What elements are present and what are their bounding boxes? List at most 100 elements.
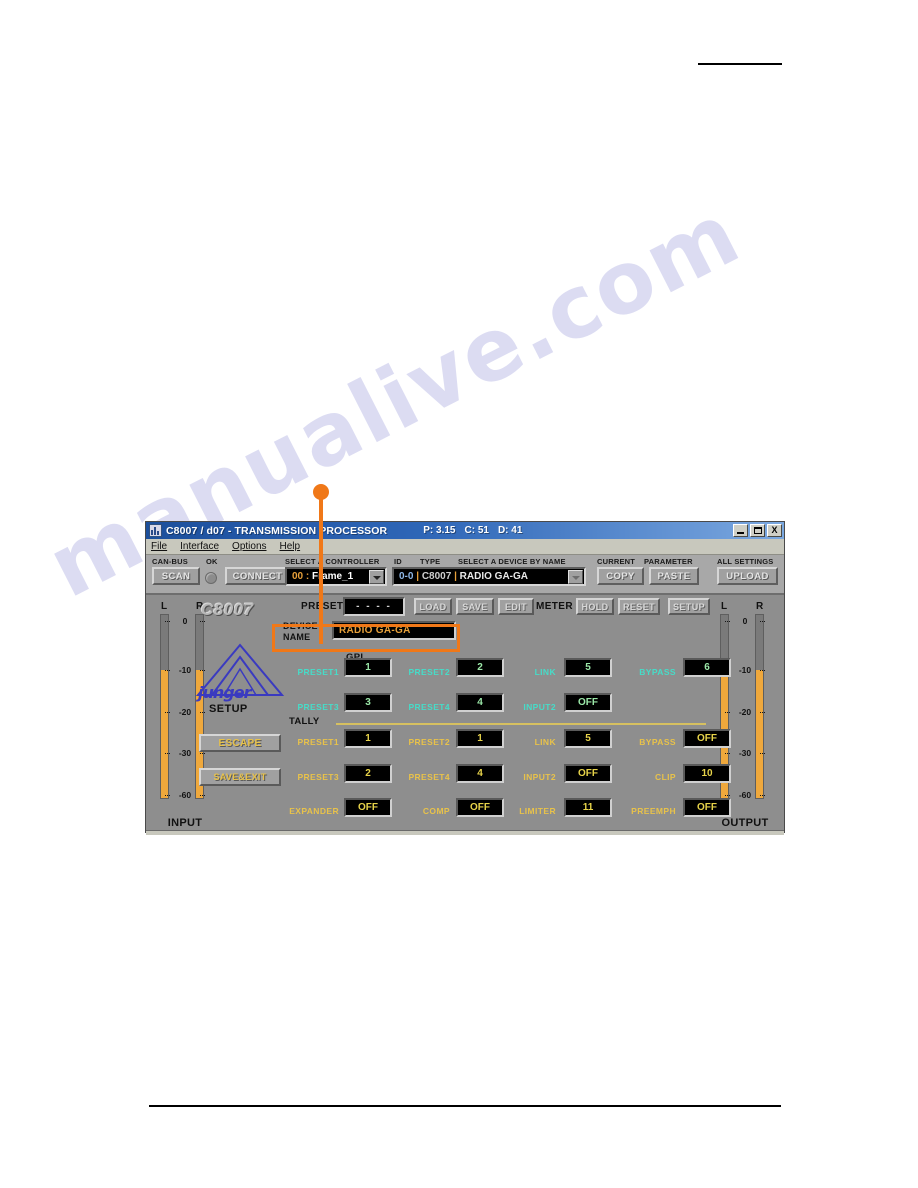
title-bar: C8007 / d07 - TRANSMISSION PROCESSOR P: … xyxy=(146,522,784,539)
save-button[interactable]: SAVE xyxy=(456,598,494,615)
all-settings-label: ALL SETTINGS xyxy=(717,557,774,566)
tally-limiter-label: LIMITER xyxy=(519,806,556,816)
product-name: C8007 xyxy=(201,600,254,619)
chevron-down-icon[interactable] xyxy=(369,569,384,584)
gpi-preset1-label: PRESET1 xyxy=(297,667,339,677)
close-button[interactable]: X xyxy=(767,524,782,537)
tally-clip-value[interactable]: 10 xyxy=(683,764,731,783)
window-controls: X xyxy=(733,524,782,537)
output-meter-left-label: L xyxy=(721,601,728,612)
gpi-preset4-value[interactable]: 4 xyxy=(456,693,504,712)
menu-item-file[interactable]: File xyxy=(151,541,167,552)
meter-tick: -30 xyxy=(165,748,205,758)
toolbar: CAN-BUS OK SCAN CONNECT SELECT A CONTROL… xyxy=(146,555,784,595)
menu-bar: File Interface Options Help xyxy=(146,539,784,555)
device-type: C8007 xyxy=(421,571,452,582)
tally-preset2-value[interactable]: 1 xyxy=(456,729,504,748)
meter-tick: -20 xyxy=(165,707,205,717)
annotation-highlight-box xyxy=(272,624,460,652)
window-title: C8007 / d07 - TRANSMISSION PROCESSOR xyxy=(166,524,388,537)
meter-tick: -60 xyxy=(725,790,765,800)
tally-bypass-value[interactable]: OFF xyxy=(683,729,731,748)
minimize-button[interactable] xyxy=(733,524,748,537)
device-id: 0-0 xyxy=(399,571,414,582)
gpi-preset4-label: PRESET4 xyxy=(408,702,450,712)
tally-preset2-label: PRESET2 xyxy=(408,737,450,747)
ok-label: OK xyxy=(206,557,218,566)
controller-id: 00 : xyxy=(292,571,310,582)
canbus-label: CAN-BUS xyxy=(152,557,188,566)
gpi-bypass-label: BYPASS xyxy=(639,667,676,677)
input-meter-left-label: L xyxy=(161,601,168,612)
load-button[interactable]: LOAD xyxy=(414,598,452,615)
gpi-input2-value[interactable]: OFF xyxy=(564,693,612,712)
gpi-input2-label: INPUT2 xyxy=(523,702,556,712)
meter-tick: -30 xyxy=(725,748,765,758)
meter-section-label: METER xyxy=(536,601,573,612)
tally-preset4-value[interactable]: 4 xyxy=(456,764,504,783)
gpi-preset2-value[interactable]: 2 xyxy=(456,658,504,677)
device-separator-1: | xyxy=(416,571,420,582)
meter-tick: -10 xyxy=(725,665,765,675)
tally-bypass-label: BYPASS xyxy=(639,737,676,747)
preset-value-field[interactable]: - - - - xyxy=(343,597,405,616)
meter-hold-button[interactable]: HOLD xyxy=(576,598,614,615)
upload-button[interactable]: UPLOAD xyxy=(717,567,778,585)
escape-button[interactable]: ESCAPE xyxy=(199,734,281,752)
application-window: C8007 / d07 - TRANSMISSION PROCESSOR P: … xyxy=(145,521,785,835)
tally-link-label: LINK xyxy=(534,737,556,747)
parameter-label: PARAMETER xyxy=(644,557,693,566)
connect-button[interactable]: CONNECT xyxy=(225,567,290,585)
device-select[interactable]: 0-0 | C8007 | RADIO GA-GA xyxy=(392,567,586,586)
stat-c: C: 51 xyxy=(464,525,489,536)
tally-expander-value[interactable]: OFF xyxy=(344,798,392,817)
page-footer-rule xyxy=(149,1105,781,1107)
meter-tick: -60 xyxy=(165,790,205,800)
gpi-preset2-label: PRESET2 xyxy=(408,667,450,677)
device-name: RADIO GA-GA xyxy=(459,571,529,582)
tally-preset1-value[interactable]: 1 xyxy=(344,729,392,748)
output-meter-scale: 0 -10 -20 -30 -60 xyxy=(725,614,765,800)
menu-item-options[interactable]: Options xyxy=(232,541,266,552)
gpi-link-value[interactable]: 5 xyxy=(564,658,612,677)
junger-wordmark: junger xyxy=(198,683,251,702)
device-select-value: 0-0 | C8007 | RADIO GA-GA xyxy=(394,571,568,582)
tally-input2-value[interactable]: OFF xyxy=(564,764,612,783)
save-and-exit-button[interactable]: SAVE&EXIT xyxy=(199,768,281,786)
tally-section-title: TALLY xyxy=(289,716,320,727)
copy-button[interactable]: COPY xyxy=(597,567,644,585)
annotation-leader-line xyxy=(319,492,323,644)
output-meter-right-label: R xyxy=(756,601,764,612)
maximize-button[interactable] xyxy=(750,524,765,537)
tally-preemph-label: PREEMPH xyxy=(631,806,676,816)
gpi-preset1-value[interactable]: 1 xyxy=(344,658,392,677)
gpi-preset3-value[interactable]: 3 xyxy=(344,693,392,712)
paste-button[interactable]: PASTE xyxy=(649,567,699,585)
meter-reset-button[interactable]: RESET xyxy=(618,598,660,615)
controller-select[interactable]: 00 : Frame_1 xyxy=(285,567,387,586)
meter-tick: 0 xyxy=(165,616,205,626)
meter-setup-button[interactable]: SETUP xyxy=(668,598,710,615)
tally-preset3-value[interactable]: 2 xyxy=(344,764,392,783)
type-label: TYPE xyxy=(420,557,441,566)
tally-preemph-value[interactable]: OFF xyxy=(683,798,731,817)
menu-item-help[interactable]: Help xyxy=(280,541,301,552)
chevron-down-icon[interactable] xyxy=(568,569,583,584)
menu-item-interface[interactable]: Interface xyxy=(180,541,219,552)
input-meter-caption: INPUT xyxy=(167,817,203,829)
device-separator-2: | xyxy=(454,571,457,582)
meter-tick: -20 xyxy=(725,707,765,717)
tally-expander-label: EXPANDER xyxy=(289,806,339,816)
edit-button[interactable]: EDIT xyxy=(498,598,534,615)
select-controller-label: SELECT A CONTROLLER xyxy=(285,557,380,566)
gpi-preset3-label: PRESET3 xyxy=(297,702,339,712)
device-panel: L R 0 -10 -20 -30 -60 INPUT L R 0 -10 -2… xyxy=(146,595,784,835)
scan-button[interactable]: SCAN xyxy=(152,567,200,585)
page-header-rule xyxy=(698,63,782,65)
gpi-bypass-value[interactable]: 6 xyxy=(683,658,731,677)
app-icon xyxy=(149,524,162,537)
tally-link-value[interactable]: 5 xyxy=(564,729,612,748)
tally-preset3-label: PRESET3 xyxy=(297,772,339,782)
current-label: CURRENT xyxy=(597,557,636,566)
output-meter: L R 0 -10 -20 -30 -60 OUTPUT xyxy=(708,601,782,829)
